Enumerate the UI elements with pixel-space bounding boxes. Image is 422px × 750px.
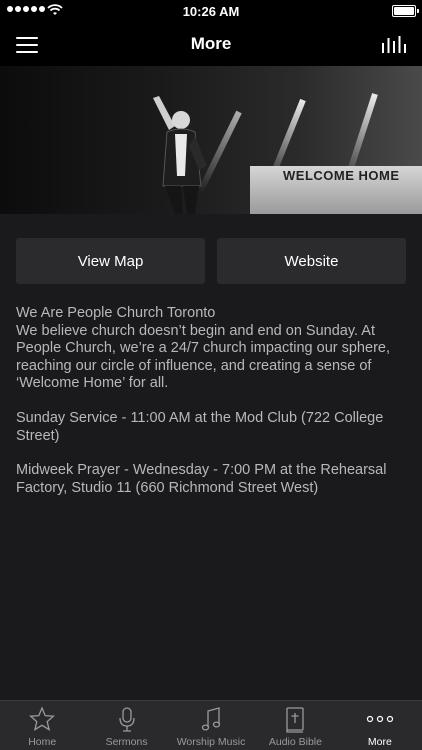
website-button[interactable]: Website — [217, 238, 406, 284]
tab-worship-music-label: Worship Music — [176, 736, 246, 748]
music-note-icon — [201, 707, 221, 731]
midweek-prayer-text: Midweek Prayer - Wednesday - 7:00 PM at … — [16, 462, 387, 496]
tab-home[interactable]: Home — [0, 701, 84, 750]
church-info: We Are People Church Toronto We believe … — [16, 305, 408, 514]
status-bar: 10:26 AM — [0, 0, 422, 22]
status-time: 10:26 AM — [182, 4, 240, 19]
tab-sermons[interactable]: Sermons — [84, 701, 168, 750]
view-map-button[interactable]: View Map — [16, 238, 205, 284]
tab-bar: Home Sermons Worship Music Audio Bible M… — [0, 700, 422, 750]
star-icon — [29, 706, 56, 731]
intro-paragraph: We Are People Church Toronto We believe … — [16, 305, 390, 392]
microphone-icon — [118, 707, 135, 732]
page-title: More — [190, 34, 232, 53]
battery-icon — [392, 5, 419, 17]
sunday-service-text: Sunday Service - 11:00 AM at the Mod Clu… — [16, 409, 384, 444]
nav-bar: More — [0, 22, 422, 66]
speaker-figure — [153, 96, 207, 214]
tab-sermons-label: Sermons — [105, 736, 148, 748]
bible-icon — [286, 707, 305, 733]
stage-screen-text: WELCOME HOME — [283, 168, 400, 183]
tab-more-label: More — [367, 736, 392, 748]
more-dots-icon — [366, 715, 393, 723]
equalizer-icon[interactable] — [382, 35, 406, 53]
tab-audio-bible-label: Audio Bible — [268, 736, 322, 748]
hero-image: WELCOME HOME — [0, 66, 422, 214]
tab-home-label: Home — [28, 736, 57, 748]
tab-audio-bible[interactable]: Audio Bible — [253, 701, 337, 750]
tab-more[interactable]: More — [338, 701, 422, 750]
tab-worship-music[interactable]: Worship Music — [169, 701, 253, 750]
